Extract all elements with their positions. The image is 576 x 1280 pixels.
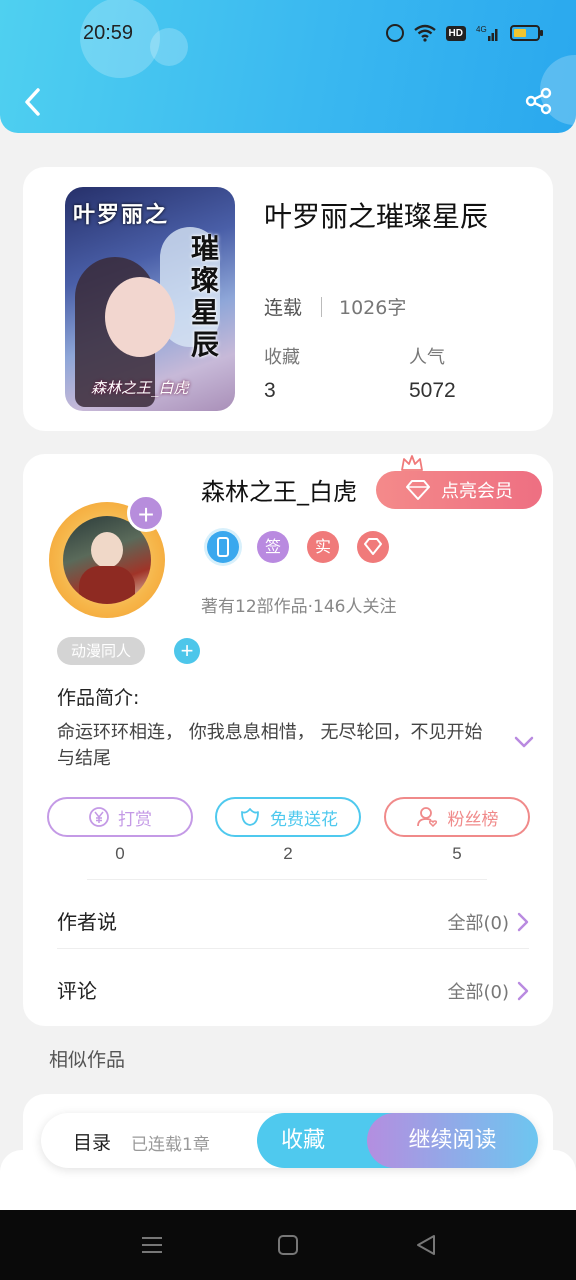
tip-count: 0 [115,844,125,863]
author-card: + 森林之王_白虎 点亮会员 签 实 著有12部作品·146人关注 动漫同人 +… [23,454,553,1026]
popularity-label: 人气 [409,347,445,368]
flower-icon [241,808,259,826]
book-status: 连载 [264,297,303,319]
decor-bubble [150,28,188,66]
share-button[interactable] [524,86,554,116]
svg-text:4G: 4G [476,25,487,34]
share-icon [525,87,552,115]
header-bar: 20:59 HD 4G [0,0,576,133]
author-says-count: 全部(0) [447,913,510,934]
back-triangle-icon[interactable] [414,1234,438,1256]
comments-all-link[interactable]: 全部(0) [448,978,530,1004]
author-says-label: 作者说 [57,910,117,934]
home-icon[interactable] [276,1234,300,1256]
author-says-all-link[interactable]: 全部(0) [448,909,530,935]
book-cover[interactable]: 叶罗丽之 璀璨星辰 森林之王_白虎 [65,187,235,411]
system-nav-bar [0,1210,576,1280]
bottom-action-bar: 目录 已连载1章 收藏 继续阅读 [41,1113,538,1168]
signal-icon: 4G [476,24,500,42]
fan-user-icon [416,807,437,828]
back-button[interactable] [20,84,48,120]
author-badges: 签 实 [207,531,389,563]
fan-ranking-label: 粉丝榜 [447,809,499,830]
divider [321,297,322,317]
chevron-left-icon [25,88,40,116]
favorites-value: 3 [264,379,276,402]
chevron-down-icon[interactable] [513,734,535,750]
popularity-value: 5072 [409,379,456,402]
tip-label: 打赏 [118,809,152,830]
toc-button[interactable]: 目录 [73,1128,111,1155]
vip-button[interactable]: 点亮会员 [376,471,542,509]
divider [87,879,487,880]
hd-icon: HD [445,25,466,41]
cover-title: 叶罗丽之 [73,202,170,228]
send-flower-label: 免费送花 [270,809,338,830]
send-flower-button[interactable]: 免费送花 [215,797,361,837]
divider [57,948,529,949]
author-works-info: 著有12部作品·146人关注 [201,597,397,617]
chevron-right-icon [517,981,529,1001]
diamond-icon [406,480,430,500]
badge-verified: 实 [307,531,339,563]
continue-reading-button[interactable]: 继续阅读 [367,1113,538,1168]
chapter-count: 已连载1章 [131,1135,210,1155]
cover-author-signature: 森林之王_白虎 [91,379,189,397]
favorites-label: 收藏 [264,347,300,368]
fan-ranking-button[interactable]: 粉丝榜 [384,797,530,837]
book-info-card: 叶罗丽之 璀璨星辰 森林之王_白虎 叶罗丽之璀璨星辰 连载 1026字 收藏 3… [23,167,553,431]
intro-text: 命运环环相连， 你我息息相惜， 无尽轮回，不见开始与结尾 [57,722,483,769]
fan-count: 5 [452,844,462,863]
cover-art [105,277,175,357]
author-name: 森林之王_白虎 [201,478,357,506]
follow-plus-button[interactable]: + [127,494,165,532]
alarm-icon [385,24,404,42]
similar-works-title: 相似作品 [49,1049,126,1071]
flower-count: 2 [283,844,293,863]
wifi-icon [413,24,436,42]
status-icons: HD 4G [385,24,543,42]
crown-icon [401,455,423,471]
yen-coin-icon [89,807,109,827]
badge-signed: 签 [257,531,289,563]
menu-icon[interactable] [140,1234,164,1256]
phone-icon [207,531,239,563]
cover-title-vertical: 璀璨星辰 [191,232,220,361]
book-title: 叶罗丽之璀璨星辰 [264,200,489,233]
chevron-right-icon [517,912,529,932]
vip-label: 点亮会员 [441,481,513,502]
comments-label: 评论 [57,979,97,1003]
add-tag-button[interactable]: + [174,638,200,664]
book-word-count: 1026字 [339,297,407,319]
tip-button[interactable]: 打赏 [47,797,193,837]
intro-label: 作品简介: [57,687,140,709]
genre-tag[interactable]: 动漫同人 [57,637,146,665]
battery-icon [510,25,543,41]
diamond-icon [357,531,389,563]
comments-count: 全部(0) [447,982,510,1003]
status-time: 20:59 [83,22,134,44]
